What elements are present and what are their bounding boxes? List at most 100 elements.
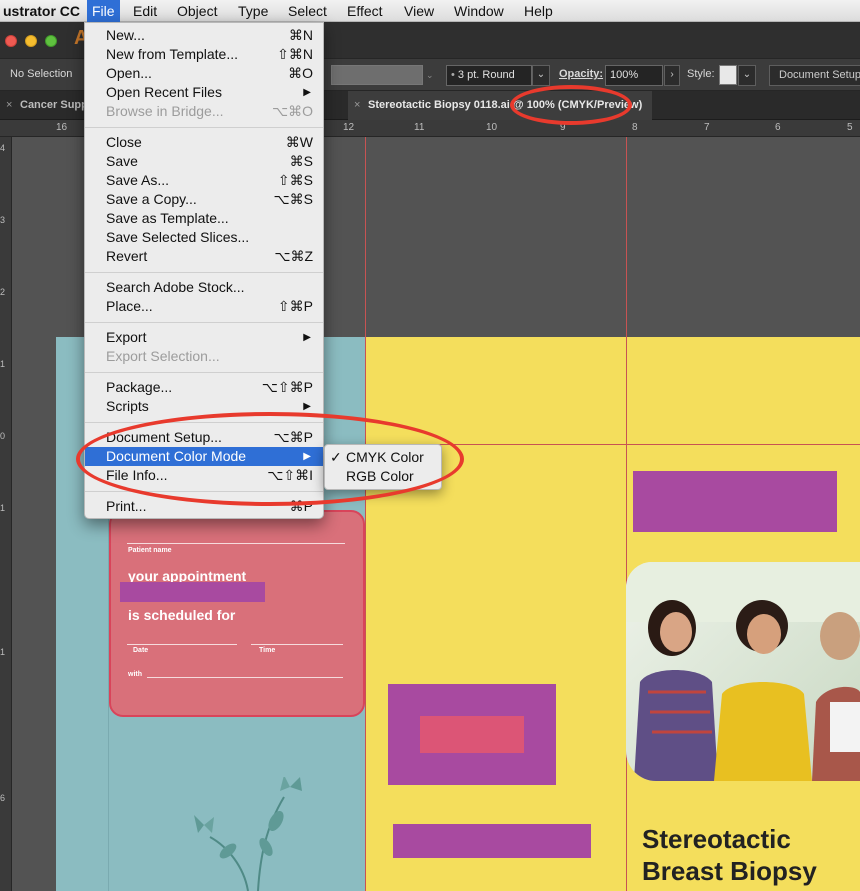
menu-file[interactable]: File <box>87 0 120 22</box>
menu-help[interactable]: Help <box>519 0 558 22</box>
menu-window[interactable]: Window <box>449 0 509 22</box>
menu-item-save-as[interactable]: Save As... ⇧⌘S <box>85 171 323 190</box>
date-label: Date <box>133 647 149 654</box>
close-tab-icon[interactable]: × <box>6 91 12 120</box>
butterfly-plant-illustration <box>194 777 302 891</box>
app-menu[interactable]: ustrator CC <box>0 0 85 22</box>
menu-item-close[interactable]: Close ⌘W <box>85 133 323 152</box>
menu-item-place[interactable]: Place... ⇧⌘P <box>85 297 323 316</box>
menu-item-browse-bridge: Browse in Bridge... ⌥⌘O <box>85 102 323 121</box>
menu-item-search-stock[interactable]: Search Adobe Stock... <box>85 278 323 297</box>
close-tab-icon[interactable]: × <box>354 91 360 120</box>
menu-separator <box>85 372 323 373</box>
menu-item-shortcut: ⌥⇧⌘P <box>261 379 313 395</box>
menu-item-label: New... <box>106 27 145 43</box>
menu-item-open-recent[interactable]: Open Recent Files ▶ <box>85 83 323 102</box>
menu-edit[interactable]: Edit <box>128 0 162 22</box>
time-line <box>251 644 343 645</box>
menu-item-label: Revert <box>106 248 148 264</box>
submenu-arrow-icon: ▶ <box>303 332 311 343</box>
ruler-tick-label: 7 <box>704 122 710 133</box>
menu-type[interactable]: Type <box>233 0 273 22</box>
menu-separator <box>85 272 323 273</box>
menu-item-label: Package... <box>106 379 173 395</box>
menu-item-revert[interactable]: Revert ⌥⌘Z <box>85 247 323 266</box>
time-label: Time <box>259 647 276 654</box>
menu-item-new[interactable]: New... ⌘N <box>85 26 323 45</box>
menu-item-label: Search Adobe Stock... <box>106 279 245 295</box>
menu-item-shortcut: ⌘N <box>288 27 313 43</box>
menu-item-save-copy[interactable]: Save a Copy... ⌥⌘S <box>85 190 323 209</box>
appointment-card[interactable]: Patient name your appointment is schedul… <box>109 510 365 717</box>
menu-item-save[interactable]: Save ⌘S <box>85 152 323 171</box>
ruler-tick-label: 1 <box>0 359 6 369</box>
annotation-ellipse-tab <box>510 85 632 125</box>
women-photo[interactable] <box>626 562 860 781</box>
ruler-tick-label: 3 <box>0 215 6 225</box>
menu-item-label: Export Selection... <box>106 348 220 364</box>
menu-item-shortcut: ⇧⌘N <box>277 46 313 62</box>
brochure-title[interactable]: Stereotactic Breast Biopsy <box>642 823 817 887</box>
graphic-style-swatch[interactable] <box>719 65 737 85</box>
ruler-tick-label: 12 <box>343 122 355 133</box>
menu-item-new-from-template[interactable]: New from Template... ⇧⌘N <box>85 45 323 64</box>
menu-item-label: Open Recent Files <box>106 84 222 100</box>
ruler-tick-label: 16 <box>56 122 68 133</box>
placeholder-box[interactable] <box>120 582 265 602</box>
chevron-down-icon[interactable]: ⌄ <box>532 65 550 86</box>
document-setup-button[interactable]: Document Setup <box>769 65 860 86</box>
placeholder-box-inner[interactable] <box>420 716 524 753</box>
placeholder-box[interactable] <box>393 824 591 858</box>
ruler-tick-label: 0 <box>0 431 6 441</box>
ruler-tick-label: 11 <box>414 122 425 133</box>
menu-item-label: Browse in Bridge... <box>106 103 224 119</box>
menu-item-label: Save Selected Slices... <box>106 229 250 245</box>
guide-line <box>626 137 627 891</box>
menu-item-shortcut: ⌘S <box>289 153 313 169</box>
ruler-tick-label: 4 <box>0 143 6 153</box>
vertical-ruler[interactable]: 4 3 2 1 0 1 1 6 <box>0 137 12 891</box>
menu-separator <box>85 322 323 323</box>
chevron-right-icon[interactable]: › <box>664 65 680 86</box>
tab-cancer-supp[interactable]: × Cancer Supp <box>0 91 88 120</box>
menu-bar: ustrator CC File Edit Object Type Select… <box>0 0 860 22</box>
menu-item-shortcut: ⇧⌘S <box>277 172 313 188</box>
menu-item-package[interactable]: Package... ⌥⇧⌘P <box>85 378 323 397</box>
ruler-tick-label: 1 <box>0 503 6 513</box>
menu-select[interactable]: Select <box>283 0 332 22</box>
with-line <box>147 677 343 678</box>
menu-view[interactable]: View <box>399 0 439 22</box>
menu-item-shortcut: ⌘O <box>288 65 313 81</box>
menu-object[interactable]: Object <box>172 0 222 22</box>
style-label: Style: <box>687 68 715 80</box>
menu-item-label: New from Template... <box>106 46 239 62</box>
menu-item-export[interactable]: Export ▶ <box>85 328 323 347</box>
menu-item-open[interactable]: Open... ⌘O <box>85 64 323 83</box>
chevron-down-icon[interactable]: ⌄ <box>426 65 440 85</box>
ruler-tick-label: 1 <box>0 647 6 657</box>
zoom-window-icon[interactable] <box>45 35 57 47</box>
menu-item-label: Close <box>106 134 142 150</box>
stroke-profile-value: 3 pt. Round <box>457 69 515 81</box>
menu-item-save-slices[interactable]: Save Selected Slices... <box>85 228 323 247</box>
tab-label: Cancer Supp <box>20 99 88 111</box>
placeholder-box[interactable] <box>633 471 837 532</box>
stroke-weight-field[interactable] <box>331 65 423 85</box>
close-window-icon[interactable] <box>5 35 17 47</box>
opacity-label[interactable]: Opacity: <box>559 68 603 80</box>
patient-name-line <box>127 543 345 544</box>
selection-status: No Selection <box>10 68 73 80</box>
menu-item-label: Save a Copy... <box>106 191 197 207</box>
ruler-tick-label: 5 <box>847 122 853 133</box>
menu-effect[interactable]: Effect <box>342 0 388 22</box>
menu-item-label: Print... <box>106 498 147 514</box>
stroke-profile-select[interactable]: • 3 pt. Round <box>446 65 532 86</box>
menu-item-export-selection: Export Selection... <box>85 347 323 366</box>
menu-item-label: Scripts <box>106 398 149 414</box>
chevron-down-icon[interactable]: ⌄ <box>738 65 756 86</box>
opacity-input[interactable]: 100% <box>605 65 663 86</box>
menu-item-save-template[interactable]: Save as Template... <box>85 209 323 228</box>
minimize-window-icon[interactable] <box>25 35 37 47</box>
menu-item-label: Save <box>106 153 138 169</box>
menu-separator <box>85 127 323 128</box>
